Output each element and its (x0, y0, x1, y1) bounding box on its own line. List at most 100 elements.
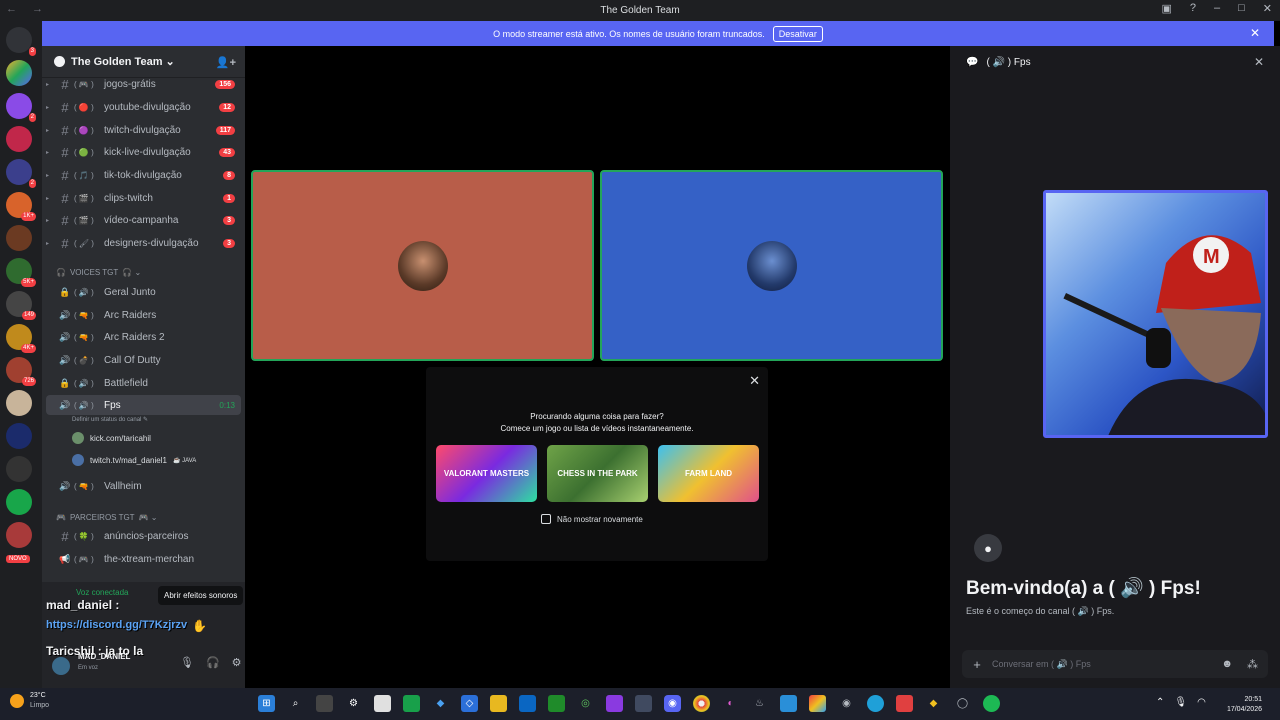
server-icon[interactable] (6, 126, 32, 152)
clock[interactable]: 20:51 17/04/2026 (1218, 695, 1262, 715)
participant-tile[interactable] (600, 170, 943, 361)
server-icon[interactable] (6, 225, 32, 251)
server-icon[interactable] (6, 60, 32, 86)
apps-icon[interactable]: ⁂ (1247, 658, 1258, 671)
voice-channel[interactable]: 🔒( 🔊 ) Battlefield (46, 373, 241, 393)
server-icon[interactable]: 4K+ (6, 324, 36, 353)
azure-icon[interactable] (519, 695, 536, 712)
text-channel[interactable]: ▸ #( 🎬 ) vídeo-campanha 3 (46, 210, 241, 230)
maximize-button[interactable]: □ (1238, 2, 1245, 15)
weather-widget[interactable]: 23°C Limpo (10, 691, 49, 711)
server-icon[interactable]: 726 (6, 357, 36, 386)
server-icon[interactable] (6, 423, 32, 449)
server-icon[interactable] (6, 522, 32, 548)
app-icon[interactable] (780, 695, 797, 712)
voice-channel[interactable]: 🔒( 🔊 ) Geral Junto (46, 282, 241, 302)
discord-home-icon[interactable]: 3 (6, 27, 36, 56)
game-card[interactable]: CHESS IN THE PARK (547, 445, 648, 502)
announcement-channel[interactable]: 📢( 🎮 ) the-xtream-merchan (46, 549, 241, 569)
office-icon[interactable] (809, 695, 826, 712)
folder-icon[interactable] (490, 695, 507, 712)
username[interactable]: MAD_DANIEL (78, 652, 130, 661)
avatar[interactable] (52, 657, 70, 675)
channel-status[interactable]: Definir um status do canal ✎ (72, 416, 148, 423)
github-icon[interactable]: ◉ (838, 695, 855, 712)
server-icon[interactable]: 2 (6, 93, 36, 122)
voice-user[interactable]: kick.com/taricahil (72, 428, 151, 448)
server-icon[interactable]: 5K+ (6, 258, 36, 287)
server-icon[interactable]: 1K+ (6, 192, 36, 221)
edge-icon[interactable] (867, 695, 884, 712)
message-input[interactable]: + Conversar em ( 🔊 ) Fps ☻ ⁂ (962, 650, 1268, 678)
game-card[interactable]: FARM LAND (658, 445, 759, 502)
text-channel[interactable]: ▸ #( 🎬 ) clips-twitch 1 (46, 188, 241, 208)
text-channel[interactable]: ▸ #( 🟢 ) kick-live-divulgação 43 (46, 142, 241, 162)
voice-channel[interactable]: 🔊( 🔫 ) Vallheim (46, 476, 241, 496)
text-channel[interactable]: ▸ #( 🟣 ) twitch-divulgação 117 (46, 120, 241, 140)
close-icon[interactable]: ✕ (749, 373, 760, 389)
microphone-icon[interactable]: 🎙 (180, 656, 194, 669)
voice-channel[interactable]: 🔊( 🔫 ) Arc Raiders (46, 305, 241, 325)
chat-overlay-link[interactable]: https://discord.gg/T7Kzjrzv (46, 619, 187, 631)
twitch-icon[interactable] (606, 695, 623, 712)
minecraft-icon[interactable] (548, 695, 565, 712)
chrome-icon[interactable] (693, 695, 710, 712)
text-channel[interactable]: ▸ #( 🔴 ) youtube-divulgação 12 (46, 97, 241, 117)
microphone-icon[interactable]: 🎙 (1174, 697, 1187, 708)
notepad-icon[interactable] (403, 695, 420, 712)
server-icon[interactable] (6, 390, 32, 416)
partners-category[interactable]: 🎮 PARCEIROS TGT 🎮 ⌄ (56, 513, 157, 522)
task-view-icon[interactable] (316, 695, 333, 712)
xbox-icon[interactable]: ◎ (577, 695, 594, 712)
dont-show-again-checkbox[interactable]: Não mostrar novamente (541, 514, 643, 524)
text-channel[interactable]: #( 🍀 ) anúncios-parceiros (46, 526, 241, 546)
spotify-icon[interactable] (983, 695, 1000, 712)
nav-arrows[interactable]: ← → (6, 3, 49, 15)
server-icon[interactable] (6, 456, 32, 482)
vscode-icon[interactable]: ◇ (461, 695, 478, 712)
start-icon[interactable]: ⊞ (258, 695, 275, 712)
app-icon[interactable]: ◆ (925, 695, 942, 712)
server-icon[interactable] (6, 489, 32, 515)
chatgpt-icon[interactable]: ⚙ (345, 695, 362, 712)
disable-streamer-button[interactable]: Desativar (772, 25, 823, 42)
close-icon[interactable]: ✕ (1250, 26, 1260, 40)
voice-channel-active[interactable]: 🔊( 🔊 ) Fps 0:13 (46, 395, 241, 415)
webcam-popout[interactable]: M (1043, 190, 1268, 438)
headset-icon[interactable]: 🎧 (206, 656, 220, 669)
chevron-up-icon[interactable]: ⌃ (1156, 697, 1164, 708)
close-icon[interactable]: ✕ (1254, 55, 1264, 69)
minimize-button[interactable]: – (1214, 2, 1220, 15)
game-card[interactable]: VALORANT MASTERS (436, 445, 537, 502)
voice-category[interactable]: 🎧 VOICES TGT 🎧 ⌄ (56, 268, 141, 277)
store-icon[interactable] (374, 695, 391, 712)
steam-icon[interactable]: ♨ (751, 695, 768, 712)
emoji-icon[interactable]: ☻ (1221, 658, 1233, 671)
voice-user[interactable]: twitch.tv/mad_daniel1 ☕ JAVA (72, 450, 196, 470)
app-icon[interactable]: ◐ (722, 695, 739, 712)
discord-icon[interactable]: ◉ (664, 695, 681, 712)
text-channel[interactable]: ▸ #( 🎵 ) tik-tok-divulgação 8 (46, 165, 241, 185)
voice-channel[interactable]: 🔊( 💣 ) Call Of Dutty (46, 350, 241, 370)
search-icon[interactable]: ⌕ (287, 695, 304, 712)
inbox-icon[interactable]: ▣ (1161, 2, 1171, 15)
add-member-icon[interactable]: 👤+ (216, 56, 236, 69)
copilot-icon[interactable]: ◆ (432, 695, 449, 712)
close-button[interactable]: ✕ (1263, 2, 1272, 15)
voice-channel[interactable]: 🔊( 🔫 ) Arc Raiders 2 (46, 327, 241, 347)
app-icon[interactable]: ◯ (954, 695, 971, 712)
app-icon[interactable] (635, 695, 652, 712)
settings-icon[interactable]: ⚙ (232, 656, 242, 669)
server-icon[interactable]: 149 (6, 291, 36, 320)
text-channel[interactable]: ▸ #( 🎮 ) jogos-grátis 156 (46, 74, 241, 94)
soundboard-icon[interactable]: ✋ (192, 619, 207, 633)
wifi-icon[interactable]: ◠ (1197, 697, 1206, 708)
chat-bubble-icon: ● (974, 534, 1002, 562)
participant-tile[interactable] (251, 170, 594, 361)
text-channel[interactable]: ▸ #( 🖌 ) designers-divulgação 3 (46, 233, 241, 253)
help-icon[interactable]: ? (1190, 2, 1196, 15)
app-icon[interactable] (896, 695, 913, 712)
attach-plus-icon[interactable]: + (962, 657, 992, 672)
server-icon[interactable]: 2 (6, 159, 36, 188)
lock-icon: 🔒 (59, 286, 71, 297)
